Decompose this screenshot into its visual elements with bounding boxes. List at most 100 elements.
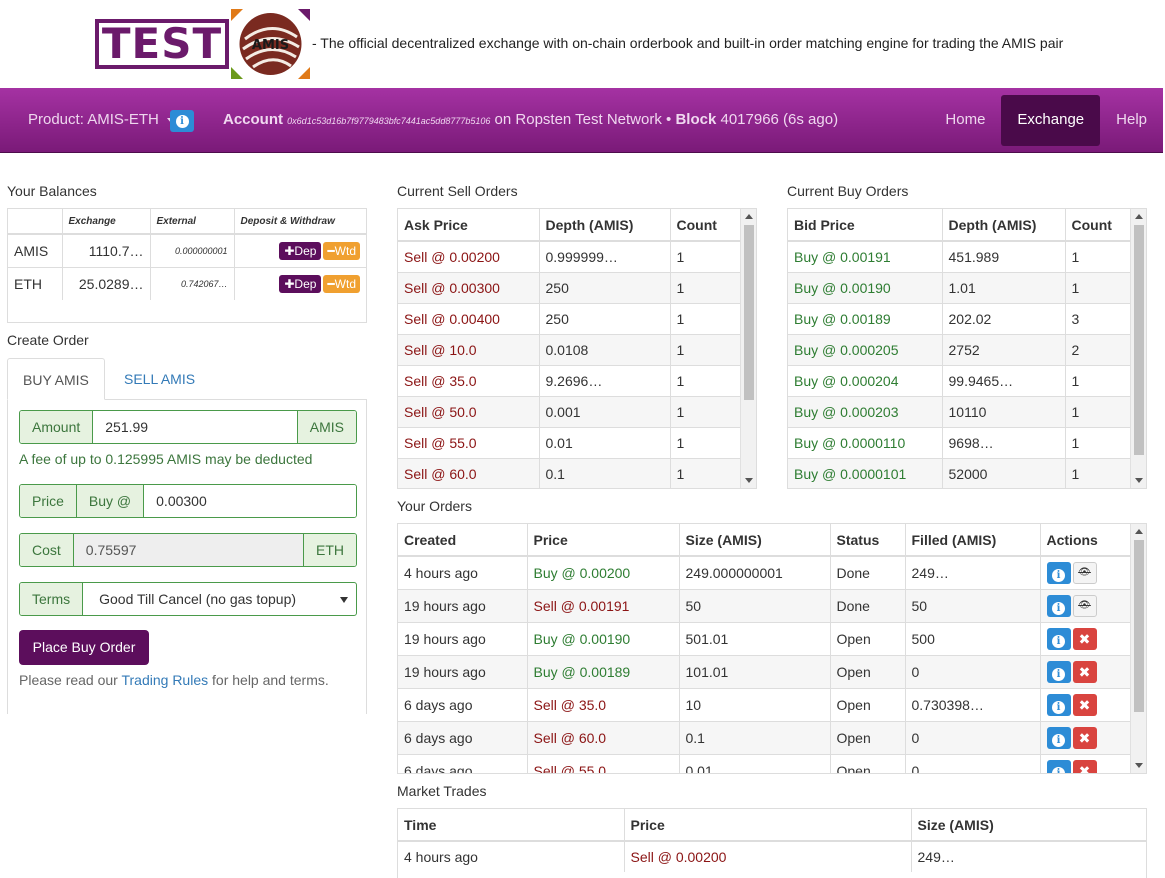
order-book-row[interactable]: Sell @ 55.0 0.01 1 [398, 426, 741, 458]
minus-icon: ━ [327, 243, 335, 258]
scroll-up-icon [1135, 529, 1143, 534]
order-book-row[interactable]: Buy @ 0.000204 99.9465… 1 [788, 364, 1131, 396]
order-size: 50 [678, 588, 830, 622]
tab-sell-amis[interactable]: SELL AMIS [109, 358, 210, 400]
price-group: Price Buy @ 0.00300 [19, 484, 357, 518]
order-count: 1 [1064, 457, 1131, 488]
close-icon: ✖ [1078, 762, 1091, 774]
nav-exchange[interactable]: Exchange [1001, 95, 1101, 146]
account-label: Account [223, 111, 283, 128]
order-book-row[interactable]: Sell @ 0.00300 250 1 [398, 271, 741, 303]
order-book-row[interactable]: Buy @ 0.000205 2752 2 [788, 333, 1131, 365]
your-order-row: 6 days ago Sell @ 60.0 0.1 Open 0 i ✖ [398, 720, 1131, 754]
scroll-thumb[interactable] [1134, 540, 1144, 712]
your-orders-scrollbar[interactable] [1130, 524, 1146, 773]
order-count: 1 [669, 395, 741, 427]
order-price: Sell @ 10.0 [398, 333, 539, 365]
order-price: Sell @ 60.0 [526, 720, 679, 754]
cancel-order-button[interactable]: ✖ [1072, 627, 1097, 650]
balance-row-eth: ETH 25.0289… 0.742067… ✚Dep ━Wtd [8, 266, 366, 300]
order-book-row[interactable]: Buy @ 0.00190 1.01 1 [788, 271, 1131, 303]
order-price: Buy @ 0.00190 [788, 271, 942, 303]
order-depth: 10110 [941, 395, 1065, 427]
scroll-up-icon [745, 214, 753, 219]
amount-label: Amount [20, 411, 94, 443]
hide-order-button[interactable]: 👁 [1072, 594, 1097, 617]
scroll-down-icon [1135, 478, 1143, 483]
your-order-row: 4 hours ago Buy @ 0.00200 249.000000001 Don… [398, 555, 1131, 589]
order-book-row[interactable]: Sell @ 35.0 9.2696… 1 [398, 364, 741, 396]
order-book-row[interactable]: Buy @ 0.00191 451.989 1 [788, 240, 1131, 272]
price-label: Price [20, 485, 77, 517]
balances-header-external: External [149, 209, 234, 235]
order-actions: i ✖ [1039, 621, 1131, 655]
sell-orders-scrollbar[interactable] [740, 209, 756, 488]
order-book-row[interactable]: Sell @ 10.0 0.0108 1 [398, 333, 741, 365]
order-book-row[interactable]: Sell @ 60.0 0.1 1 [398, 457, 741, 488]
order-info-button[interactable]: i [1046, 594, 1071, 617]
withdraw-button[interactable]: ━Wtd [323, 241, 360, 260]
order-depth: 0.999999… [538, 240, 670, 272]
order-book-row[interactable]: Buy @ 0.00189 202.02 3 [788, 302, 1131, 334]
tab-buy-amis[interactable]: BUY AMIS [7, 358, 105, 400]
withdraw-button[interactable]: ━Wtd [323, 274, 360, 293]
order-created: 19 hours ago [398, 654, 527, 688]
amount-input[interactable]: 251.99 [93, 411, 297, 443]
trading-rules-link[interactable]: Trading Rules [121, 672, 208, 688]
order-price: Sell @ 0.00191 [526, 588, 679, 622]
order-depth: 451.989 [941, 240, 1065, 272]
order-price: Buy @ 0.00189 [526, 654, 679, 688]
order-info-button[interactable]: i [1046, 561, 1071, 584]
order-book-row[interactable]: Sell @ 0.00200 0.999999… 1 [398, 240, 741, 272]
order-depth: 99.9465… [941, 364, 1065, 396]
product-info-button[interactable]: i [170, 110, 194, 132]
order-count: 1 [669, 240, 741, 272]
deposit-button[interactable]: ✚Dep [279, 241, 322, 260]
order-book-row[interactable]: Sell @ 0.00400 250 1 [398, 302, 741, 334]
order-price: Sell @ 0.00300 [398, 271, 539, 303]
deposit-button[interactable]: ✚Dep [279, 274, 322, 293]
cancel-order-button[interactable]: ✖ [1072, 660, 1097, 683]
order-book-row[interactable]: Buy @ 0.0000110 9698… 1 [788, 426, 1131, 458]
order-book-row[interactable]: Buy @ 0.000203 10110 1 [788, 395, 1131, 427]
order-info-button[interactable]: i [1046, 693, 1071, 716]
order-depth: 0.01 [538, 426, 670, 458]
order-info-button[interactable]: i [1046, 759, 1071, 773]
hide-order-button[interactable]: 👁 [1072, 561, 1097, 584]
order-info-button[interactable]: i [1046, 627, 1071, 650]
nav-help[interactable]: Help [1100, 88, 1163, 153]
order-depth: 9698… [941, 426, 1065, 458]
scroll-thumb[interactable] [744, 225, 754, 400]
scroll-down-icon [1135, 763, 1143, 768]
orders-header-filled: Filled (AMIS) [904, 524, 1040, 557]
order-info-button[interactable]: i [1046, 660, 1071, 683]
your-orders-title: Your Orders [397, 498, 472, 514]
balance-actions: ✚Dep ━Wtd [233, 233, 366, 267]
scroll-thumb[interactable] [1134, 225, 1144, 455]
sell-orders-table: Ask Price Depth (AMIS) Count Sell @ 0.00… [398, 209, 741, 488]
trade-size: 249… [910, 840, 1146, 872]
price-input[interactable]: 0.00300 [144, 485, 356, 517]
buy-orders-scrollbar[interactable] [1130, 209, 1146, 488]
order-count: 1 [1064, 271, 1131, 303]
cancel-order-button[interactable]: ✖ [1072, 693, 1097, 716]
order-actions: i ✖ [1039, 720, 1131, 754]
market-trades-panel: Time Price Size (AMIS) 4 hours ago Sell @… [397, 808, 1147, 878]
order-price: Sell @ 35.0 [526, 687, 679, 721]
place-buy-order-button[interactable]: Place Buy Order [19, 630, 149, 665]
order-info-button[interactable]: i [1046, 726, 1071, 749]
info-circle-icon: i [175, 114, 189, 128]
cancel-order-button[interactable]: ✖ [1072, 726, 1097, 749]
cost-unit: ETH [303, 534, 356, 566]
order-price: Buy @ 0.00189 [788, 302, 942, 334]
terms-select[interactable]: Good Till Cancel (no gas topup) [83, 583, 340, 615]
product-dropdown[interactable]: Product: AMIS-ETH [28, 111, 176, 128]
fee-note: A fee of up to 0.125995 AMIS may be dedu… [19, 451, 313, 467]
info-circle-icon: i [1052, 667, 1065, 681]
balances-panel: Exchange External Deposit & Withdraw AMI… [7, 208, 367, 323]
nav-home[interactable]: Home [929, 88, 1001, 153]
order-size: 501.01 [678, 621, 830, 655]
cancel-order-button[interactable]: ✖ [1072, 759, 1097, 774]
order-book-row[interactable]: Sell @ 50.0 0.001 1 [398, 395, 741, 427]
order-book-row[interactable]: Buy @ 0.0000101 52000 1 [788, 457, 1131, 488]
